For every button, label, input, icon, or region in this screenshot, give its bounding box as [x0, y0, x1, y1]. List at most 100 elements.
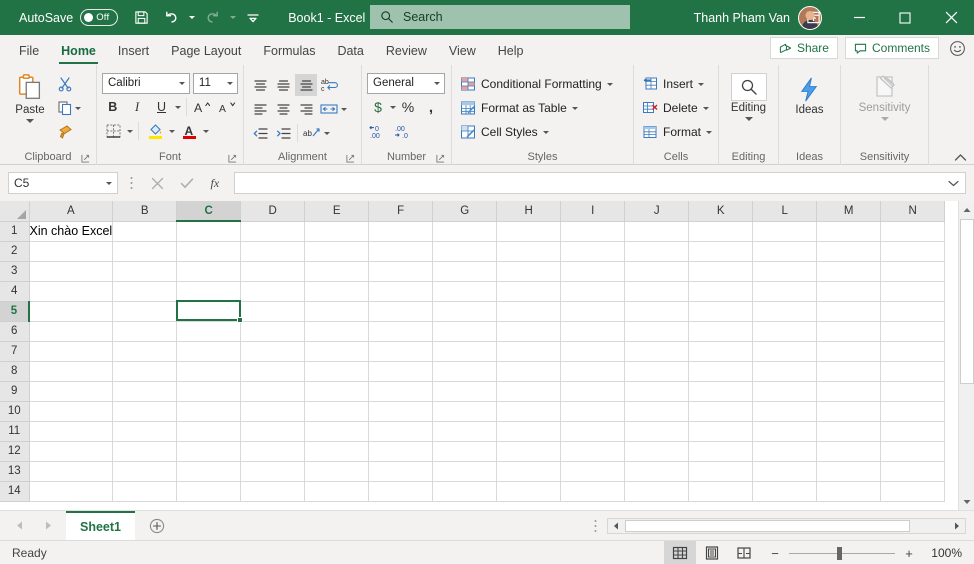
align-middle-icon[interactable]	[272, 74, 294, 96]
cell-l12[interactable]	[752, 441, 818, 462]
cell-n6[interactable]	[880, 321, 946, 342]
column-header-l[interactable]: L	[752, 201, 818, 222]
worksheet-grid[interactable]: A B C D E F G H I J K L M N 1 Xin chào Excel 2 3 4 5 6 7 8 9 10 1…	[0, 201, 958, 510]
cell-a6[interactable]	[29, 321, 114, 342]
cell-h2[interactable]	[496, 241, 562, 262]
currency-dropdown-chevron-icon[interactable]	[390, 105, 396, 109]
cell-j8[interactable]	[624, 361, 690, 382]
next-sheet-arrow-icon[interactable]	[45, 521, 52, 530]
cell-b8[interactable]	[112, 361, 178, 382]
cell-f8[interactable]	[368, 361, 434, 382]
cell-m6[interactable]	[816, 321, 882, 342]
cell-e4[interactable]	[304, 281, 370, 302]
cell-c8[interactable]	[176, 361, 242, 382]
cell-c12[interactable]	[176, 441, 242, 462]
editing-button[interactable]: Editing	[724, 70, 773, 149]
paste-button[interactable]: Paste	[5, 70, 55, 149]
autosave-toggle[interactable]: Off	[80, 9, 119, 26]
cell-n3[interactable]	[880, 261, 946, 282]
cell-m14[interactable]	[816, 481, 882, 502]
cell-c4[interactable]	[176, 281, 242, 302]
cell-g4[interactable]	[432, 281, 498, 302]
previous-sheet-arrow-icon[interactable]	[16, 521, 23, 530]
cell-h11[interactable]	[496, 421, 562, 442]
format-painter-button[interactable]	[55, 121, 83, 143]
column-header-d[interactable]: D	[240, 201, 306, 222]
cell-n2[interactable]	[880, 241, 946, 262]
cell-e2[interactable]	[304, 241, 370, 262]
alignment-dialog-launcher[interactable]	[346, 154, 356, 164]
cell-a8[interactable]	[29, 361, 114, 382]
cell-d5[interactable]	[240, 301, 306, 322]
row-header-7[interactable]: 7	[0, 341, 30, 362]
cell-g2[interactable]	[432, 241, 498, 262]
tab-file[interactable]: File	[8, 37, 50, 65]
number-dialog-launcher[interactable]	[436, 154, 446, 164]
cell-i4[interactable]	[560, 281, 626, 302]
cell-h4[interactable]	[496, 281, 562, 302]
sheet-tab-sheet1[interactable]: Sheet1	[66, 511, 135, 540]
cell-k3[interactable]	[688, 261, 754, 282]
align-top-icon[interactable]	[249, 74, 271, 96]
cell-b5[interactable]	[112, 301, 178, 322]
column-header-e[interactable]: E	[304, 201, 370, 222]
cell-a5[interactable]	[29, 301, 114, 322]
cell-h13[interactable]	[496, 461, 562, 482]
cell-l10[interactable]	[752, 401, 818, 422]
tab-formulas[interactable]: Formulas	[252, 37, 326, 65]
cell-i11[interactable]	[560, 421, 626, 442]
row-header-13[interactable]: 13	[0, 461, 30, 482]
cell-i10[interactable]	[560, 401, 626, 422]
cell-e1[interactable]	[304, 221, 370, 242]
cell-g14[interactable]	[432, 481, 498, 502]
cell-m12[interactable]	[816, 441, 882, 462]
align-right-icon[interactable]	[295, 98, 317, 120]
tab-page-layout[interactable]: Page Layout	[160, 37, 252, 65]
insert-cells-button[interactable]: Insert	[639, 72, 713, 96]
cell-b4[interactable]	[112, 281, 178, 302]
format-cells-button[interactable]: Format	[639, 120, 713, 144]
scroll-up-arrow-icon[interactable]	[958, 201, 974, 218]
cell-b7[interactable]	[112, 341, 178, 362]
cell-m3[interactable]	[816, 261, 882, 282]
cell-f2[interactable]	[368, 241, 434, 262]
select-all-corner[interactable]	[0, 201, 30, 222]
cell-n12[interactable]	[880, 441, 946, 462]
cell-l2[interactable]	[752, 241, 818, 262]
cell-k1[interactable]	[688, 221, 754, 242]
increase-font-size-button[interactable]: A	[192, 96, 213, 118]
fill-color-bucket-icon[interactable]	[144, 120, 166, 142]
cell-m10[interactable]	[816, 401, 882, 422]
cell-a7[interactable]	[29, 341, 114, 362]
cell-k14[interactable]	[688, 481, 754, 502]
cell-i3[interactable]	[560, 261, 626, 282]
row-header-2[interactable]: 2	[0, 241, 30, 262]
cell-m2[interactable]	[816, 241, 882, 262]
cell-a10[interactable]	[29, 401, 114, 422]
tab-view[interactable]: View	[438, 37, 487, 65]
merge-and-center-icon[interactable]	[318, 98, 340, 120]
text-orientation-icon[interactable]: ab	[301, 122, 323, 144]
borders-icon[interactable]	[102, 120, 124, 142]
cut-button[interactable]	[55, 73, 83, 95]
column-header-c[interactable]: C	[176, 201, 242, 222]
cell-b6[interactable]	[112, 321, 178, 342]
cell-h5[interactable]	[496, 301, 562, 322]
cell-a14[interactable]	[29, 481, 114, 502]
cell-g11[interactable]	[432, 421, 498, 442]
cell-d9[interactable]	[240, 381, 306, 402]
cell-l8[interactable]	[752, 361, 818, 382]
cell-f6[interactable]	[368, 321, 434, 342]
orientation-dropdown-chevron-icon[interactable]	[324, 131, 330, 135]
cell-a9[interactable]	[29, 381, 114, 402]
increase-decimal-icon[interactable]: 0.00	[367, 120, 391, 142]
cell-b12[interactable]	[112, 441, 178, 462]
cell-k2[interactable]	[688, 241, 754, 262]
fill-color-dropdown-chevron-icon[interactable]	[169, 129, 175, 133]
undo-icon[interactable]	[156, 3, 186, 33]
cell-c3[interactable]	[176, 261, 242, 282]
font-size-select[interactable]: 11	[192, 72, 238, 94]
column-header-i[interactable]: I	[560, 201, 626, 222]
cell-d1[interactable]	[240, 221, 306, 242]
cell-j14[interactable]	[624, 481, 690, 502]
